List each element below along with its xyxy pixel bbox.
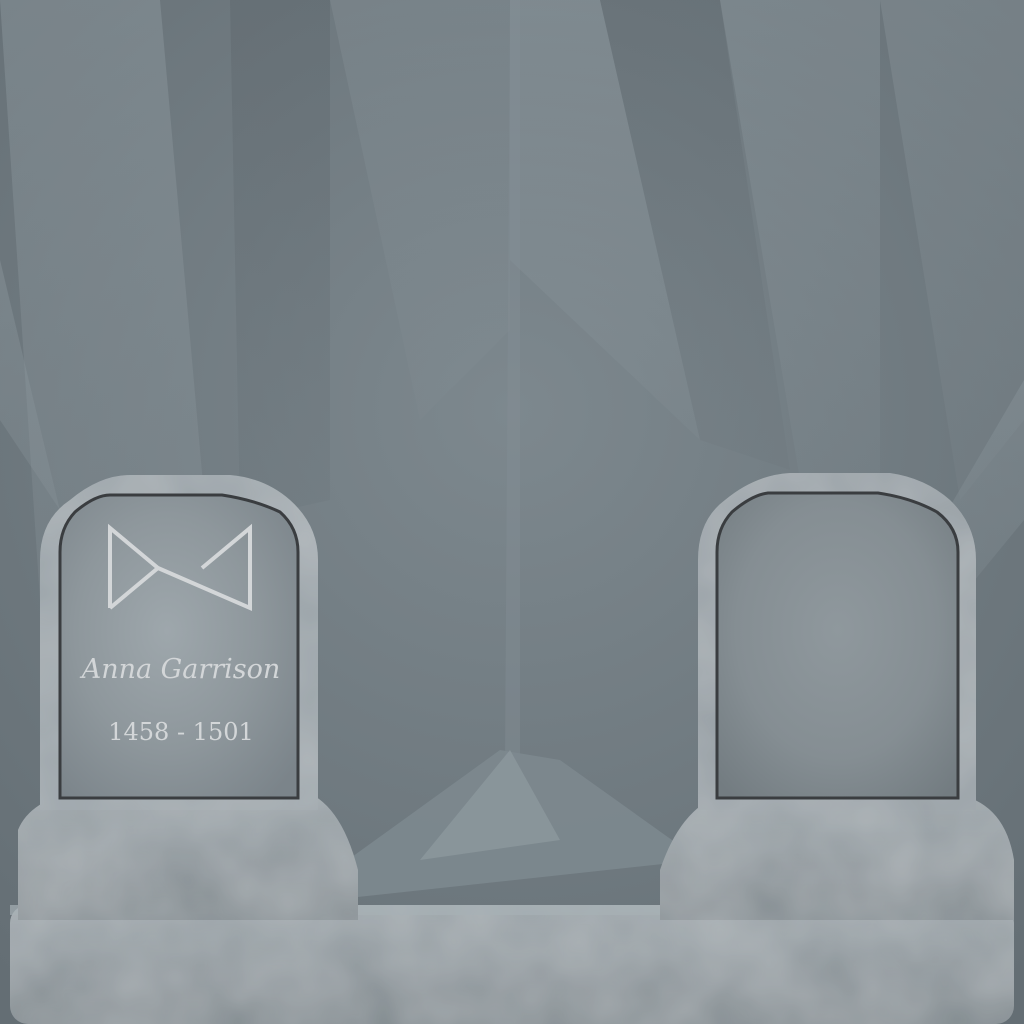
stone-slab <box>10 905 1014 1024</box>
headstone-plinth <box>660 795 1014 920</box>
headstone-left: Anna Garrison 1458 - 1501 <box>18 475 358 920</box>
graveyard-scene: Anna Garrison 1458 - 1501 <box>0 0 1024 1024</box>
scene-canvas: Anna Garrison 1458 - 1501 <box>0 0 1024 1024</box>
headstone-dates: 1458 - 1501 <box>108 718 254 746</box>
headstone-name: Anna Garrison <box>79 654 281 685</box>
headstone-right <box>660 473 1014 920</box>
shadow-ray <box>230 0 330 520</box>
base-slab <box>10 905 1014 1024</box>
headstone-face <box>715 491 960 800</box>
headstone-face <box>58 493 300 800</box>
